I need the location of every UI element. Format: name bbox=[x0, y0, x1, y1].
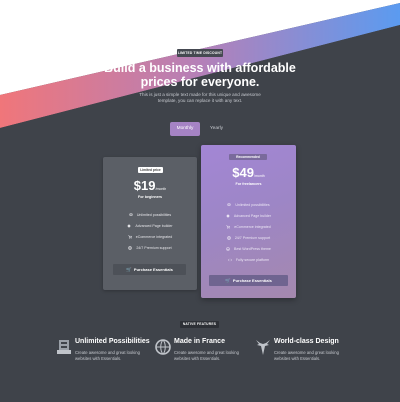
feature-text: Unlimited possibilities bbox=[136, 212, 172, 217]
recommended-badge: Recommended bbox=[229, 154, 267, 160]
purchase-button-label: Purchase Essentials bbox=[133, 267, 173, 272]
feature-description: Create awesome and great looking website… bbox=[274, 350, 339, 361]
feature-title: Unlimited Possibilities bbox=[75, 338, 150, 345]
feature-column-france: Made in France Create awesome and great … bbox=[154, 338, 254, 378]
feature-title: Made in France bbox=[174, 338, 225, 345]
plan-price: $19/month bbox=[103, 177, 197, 195]
feature-item: 24/7 Premium support bbox=[103, 242, 197, 253]
feature-item: eCommerce integrated bbox=[201, 221, 296, 232]
feature-text: 24/7 Premium support bbox=[234, 235, 271, 240]
purchase-button[interactable]: 🛒 Purchase Essentials bbox=[209, 275, 288, 286]
feature-column-design: World-class Design Create awesome and gr… bbox=[254, 338, 354, 378]
page-title: Build a business with affordable prices … bbox=[100, 61, 300, 89]
globe-icon bbox=[154, 338, 172, 356]
pricing-card-beginners: Limited price $19/month For beginners Un… bbox=[103, 157, 197, 290]
feature-item: Best WordPress theme bbox=[201, 243, 296, 254]
cart-icon: 🛒 bbox=[126, 267, 132, 272]
code-icon bbox=[227, 258, 232, 262]
globe-icon bbox=[226, 235, 231, 240]
feature-text: Advanced Page builder bbox=[233, 213, 272, 218]
cart-icon bbox=[226, 224, 231, 229]
feature-description: Create awesome and great looking website… bbox=[174, 350, 239, 361]
hero-subtext-line-2: template, you can replace it with any te… bbox=[157, 98, 243, 104]
feature-item: Fully secure platform bbox=[201, 254, 296, 265]
cart-icon: 🛒 bbox=[225, 278, 231, 283]
yearly-tab[interactable]: Yearly bbox=[203, 122, 230, 136]
discount-badge: LIMITED TIME DISCOUNT bbox=[177, 49, 223, 57]
feature-text: eCommerce integrated bbox=[135, 234, 173, 239]
feature-list: Unlimited possibilities Advanced Page bu… bbox=[103, 209, 197, 253]
feature-text: eCommerce integrated bbox=[234, 224, 271, 229]
page-title-line-1: Build a business with affordable bbox=[104, 61, 296, 75]
plan-audience: For beginners bbox=[138, 195, 162, 199]
deer-icon bbox=[254, 338, 272, 356]
price-amount: $49 bbox=[232, 165, 254, 180]
feature-item: Advanced Page builder bbox=[103, 220, 197, 231]
stack-icon bbox=[128, 212, 133, 217]
feature-text: Unlimited possibilities bbox=[235, 202, 270, 207]
wordpress-icon bbox=[226, 246, 230, 251]
feature-item: Unlimited possibilities bbox=[201, 199, 296, 210]
price-amount: $19 bbox=[133, 178, 156, 193]
diamond-icon bbox=[127, 223, 132, 228]
price-period: /month bbox=[155, 187, 167, 191]
plan-label: Limited price bbox=[138, 167, 163, 173]
plan-audience: For freelancers bbox=[235, 182, 262, 186]
diamond-icon bbox=[226, 213, 230, 218]
monthly-tab[interactable]: Monthly bbox=[170, 122, 200, 136]
feature-text: Advanced Page builder bbox=[135, 223, 173, 228]
feature-column-possibilities: Unlimited Possibilities Create awesome a… bbox=[55, 338, 155, 378]
layers-icon bbox=[55, 338, 73, 356]
globe-icon bbox=[128, 245, 133, 250]
feature-text: Fully secure platform bbox=[235, 257, 270, 262]
purchase-button[interactable]: 🛒 Purchase Essentials bbox=[113, 264, 186, 275]
feature-list: Unlimited possibilities Advanced Page bu… bbox=[201, 199, 296, 265]
feature-item: Advanced Page builder bbox=[201, 210, 296, 221]
cart-icon bbox=[128, 234, 132, 239]
feature-title: World-class Design bbox=[274, 338, 339, 345]
stack-icon bbox=[227, 202, 232, 207]
pricing-card-freelancers: Recommended $49/month For freelancers Un… bbox=[201, 145, 296, 298]
feature-item: eCommerce integrated bbox=[103, 231, 197, 242]
plan-price: $49/month bbox=[201, 164, 296, 182]
feature-description: Create awesome and great looking website… bbox=[75, 350, 140, 361]
page-title-line-2: prices for everyone. bbox=[140, 75, 260, 89]
purchase-button-label: Purchase Essentials bbox=[232, 278, 272, 283]
hero-subtext: This is just a simple text made for this… bbox=[128, 92, 272, 104]
price-period: /month bbox=[254, 174, 265, 178]
billing-toggle: Monthly Yearly bbox=[170, 122, 230, 136]
native-features-badge: NATIVE FEATURES bbox=[180, 321, 219, 328]
feature-item: 24/7 Premium support bbox=[201, 232, 296, 243]
feature-text: Best WordPress theme bbox=[234, 246, 271, 251]
feature-item: Unlimited possibilities bbox=[103, 209, 197, 220]
feature-text: 24/7 Premium support bbox=[136, 245, 172, 250]
